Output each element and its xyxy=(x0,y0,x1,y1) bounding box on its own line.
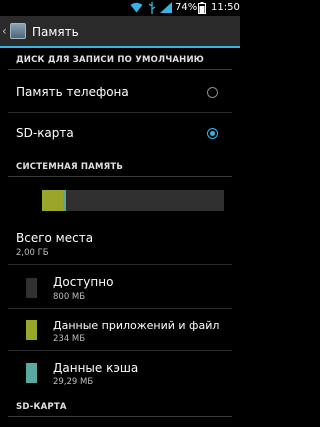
wifi-icon xyxy=(130,2,143,13)
back-chevron-icon[interactable]: ‹ xyxy=(2,23,7,39)
usb-icon xyxy=(148,2,156,14)
divider xyxy=(8,350,232,351)
available-label: Доступно xyxy=(53,275,114,289)
page-title: Память xyxy=(32,25,79,39)
option-phone-memory-label: Память телефона xyxy=(16,85,129,99)
divider xyxy=(8,308,232,309)
battery-percent: 74% xyxy=(175,2,198,13)
available-swatch xyxy=(26,278,37,298)
status-bar: 74% 11:50 xyxy=(0,0,240,16)
option-sd-card-label: SD-карта xyxy=(16,126,74,140)
system-memory-header: СИСТЕМНАЯ ПАМЯТЬ xyxy=(8,161,232,177)
usage-segment-free xyxy=(66,190,224,211)
total-space-label: Всего места xyxy=(16,231,94,245)
sd-card-radio[interactable] xyxy=(207,128,218,139)
cache-swatch xyxy=(26,363,37,383)
phone-memory-radio[interactable] xyxy=(207,87,218,98)
status-time: 11:50 xyxy=(211,2,240,13)
cache-value: 29,29 МБ xyxy=(53,377,94,387)
sd-card-header: SD-КАРТА xyxy=(8,401,232,417)
apps-data-swatch xyxy=(26,320,37,340)
storage-settings-icon[interactable] xyxy=(10,23,26,39)
divider xyxy=(8,264,232,265)
battery-icon xyxy=(198,2,206,14)
total-space-value: 2,00 ГБ xyxy=(16,248,49,258)
apps-data-label: Данные приложений и файл xyxy=(53,319,220,332)
cache-label: Данные кэша xyxy=(53,361,139,375)
default-disk-header: ДИСК ДЛЯ ЗАПИСИ ПО УМОЛЧАНИЮ xyxy=(8,54,232,70)
signal-icon xyxy=(160,2,172,13)
storage-usage-bar xyxy=(42,190,224,211)
divider xyxy=(8,112,232,113)
action-bar: ‹ Память xyxy=(0,16,240,48)
available-value: 800 МБ xyxy=(53,292,86,302)
usage-segment-apps xyxy=(42,190,64,211)
apps-data-value: 234 МБ xyxy=(53,334,86,344)
